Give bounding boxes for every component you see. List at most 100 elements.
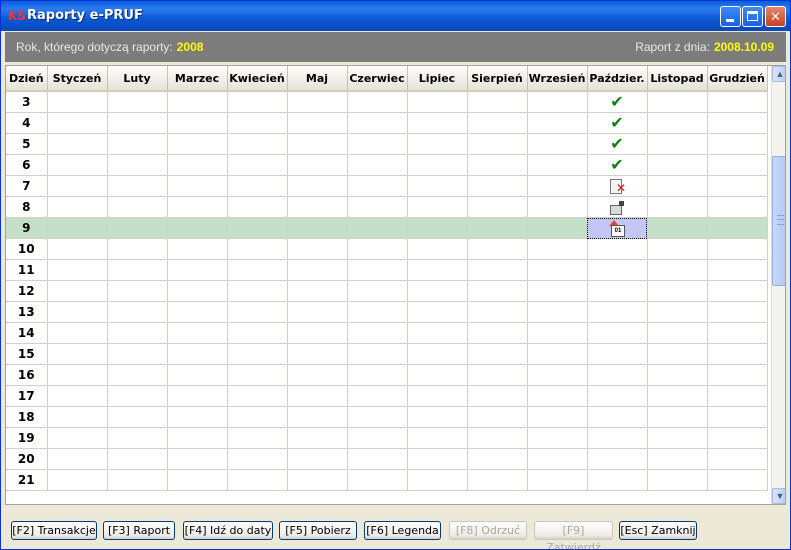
report-cell[interactable] xyxy=(167,91,228,113)
column-header[interactable]: Paździer. xyxy=(587,66,648,92)
report-cell[interactable] xyxy=(587,196,648,218)
report-cell[interactable] xyxy=(47,238,108,260)
report-cell[interactable] xyxy=(227,259,288,281)
report-cell[interactable] xyxy=(527,196,588,218)
report-cell[interactable] xyxy=(707,259,768,281)
report-cell[interactable] xyxy=(287,385,348,407)
report-cell[interactable] xyxy=(227,322,288,344)
report-cell[interactable] xyxy=(47,301,108,323)
report-cell[interactable] xyxy=(287,175,348,197)
report-cell[interactable] xyxy=(707,91,768,113)
report-cell[interactable] xyxy=(707,448,768,470)
report-cell[interactable] xyxy=(167,280,228,302)
report-cell[interactable] xyxy=(647,280,708,302)
report-cell[interactable] xyxy=(107,112,168,134)
report-cell[interactable] xyxy=(167,217,228,239)
table-row[interactable]: 15 xyxy=(6,343,768,365)
report-cell[interactable] xyxy=(467,448,528,470)
raport-button[interactable]: [F3] Raport xyxy=(103,521,175,540)
table-row[interactable]: 18 xyxy=(6,406,768,428)
report-cell[interactable] xyxy=(407,322,468,344)
table-row[interactable]: 21 xyxy=(6,469,768,491)
report-cell[interactable] xyxy=(647,259,708,281)
report-cell[interactable] xyxy=(587,238,648,260)
report-cell[interactable] xyxy=(467,301,528,323)
table-row[interactable]: 5 ✔ xyxy=(6,133,768,155)
report-cell[interactable] xyxy=(347,217,408,239)
report-cell[interactable] xyxy=(527,259,588,281)
day-cell[interactable]: 20 xyxy=(6,448,48,470)
report-cell[interactable] xyxy=(347,280,408,302)
idz-do-daty-button[interactable]: [F4] Idź do daty xyxy=(183,521,273,540)
report-cell[interactable] xyxy=(107,91,168,113)
column-header[interactable]: Czerwiec xyxy=(347,66,408,92)
report-cell[interactable] xyxy=(287,343,348,365)
report-cell[interactable] xyxy=(467,238,528,260)
report-cell[interactable] xyxy=(647,196,708,218)
report-cell[interactable] xyxy=(107,154,168,176)
report-cell[interactable] xyxy=(347,427,408,449)
table-row[interactable]: 9 01 xyxy=(6,217,768,239)
report-cell[interactable] xyxy=(107,280,168,302)
table-row[interactable]: 6 ✔ xyxy=(6,154,768,176)
report-cell[interactable] xyxy=(347,133,408,155)
report-cell[interactable] xyxy=(647,448,708,470)
report-cell[interactable] xyxy=(707,385,768,407)
report-cell[interactable] xyxy=(407,280,468,302)
report-cell[interactable] xyxy=(347,196,408,218)
day-cell[interactable]: 4 xyxy=(6,112,48,134)
column-header[interactable]: Listopad xyxy=(647,66,708,92)
report-cell[interactable] xyxy=(707,301,768,323)
report-cell[interactable] xyxy=(227,385,288,407)
scroll-down-button[interactable]: ▼ xyxy=(772,488,785,504)
report-cell[interactable] xyxy=(707,238,768,260)
day-cell[interactable]: 13 xyxy=(6,301,48,323)
report-cell[interactable] xyxy=(47,427,108,449)
report-cell[interactable] xyxy=(47,343,108,365)
report-cell[interactable] xyxy=(707,343,768,365)
report-cell[interactable] xyxy=(227,217,288,239)
report-cell[interactable] xyxy=(527,427,588,449)
table-row[interactable]: 10 xyxy=(6,238,768,260)
report-cell[interactable] xyxy=(47,364,108,386)
report-cell[interactable]: ✔ xyxy=(587,91,648,113)
report-cell[interactable] xyxy=(707,175,768,197)
report-cell[interactable] xyxy=(287,469,348,491)
report-cell[interactable] xyxy=(527,301,588,323)
report-cell[interactable] xyxy=(287,238,348,260)
report-cell[interactable] xyxy=(227,112,288,134)
report-cell[interactable] xyxy=(347,469,408,491)
report-cell[interactable] xyxy=(407,217,468,239)
report-cell[interactable] xyxy=(407,238,468,260)
report-cell[interactable] xyxy=(167,469,228,491)
day-cell[interactable]: 8 xyxy=(6,196,48,218)
report-cell[interactable] xyxy=(107,238,168,260)
report-cell[interactable] xyxy=(107,406,168,428)
report-cell[interactable] xyxy=(227,301,288,323)
report-cell[interactable] xyxy=(287,133,348,155)
report-cell[interactable] xyxy=(467,469,528,491)
report-cell[interactable] xyxy=(707,322,768,344)
report-cell[interactable] xyxy=(527,154,588,176)
report-cell[interactable] xyxy=(707,217,768,239)
report-cell[interactable] xyxy=(647,364,708,386)
report-cell[interactable] xyxy=(347,364,408,386)
table-row[interactable]: 4 ✔ xyxy=(6,112,768,134)
report-cell[interactable] xyxy=(107,301,168,323)
report-cell[interactable] xyxy=(167,175,228,197)
day-cell[interactable]: 16 xyxy=(6,364,48,386)
report-cell[interactable] xyxy=(587,427,648,449)
report-cell[interactable] xyxy=(47,448,108,470)
report-cell[interactable] xyxy=(587,385,648,407)
report-cell[interactable] xyxy=(527,406,588,428)
report-cell[interactable] xyxy=(107,385,168,407)
report-cell[interactable] xyxy=(47,196,108,218)
report-cell[interactable] xyxy=(227,406,288,428)
report-cell[interactable] xyxy=(227,427,288,449)
report-cell[interactable]: ✔ xyxy=(587,133,648,155)
report-cell[interactable] xyxy=(287,322,348,344)
report-cell[interactable] xyxy=(167,154,228,176)
report-cell[interactable] xyxy=(647,406,708,428)
report-cell[interactable] xyxy=(47,133,108,155)
report-cell[interactable] xyxy=(647,112,708,134)
